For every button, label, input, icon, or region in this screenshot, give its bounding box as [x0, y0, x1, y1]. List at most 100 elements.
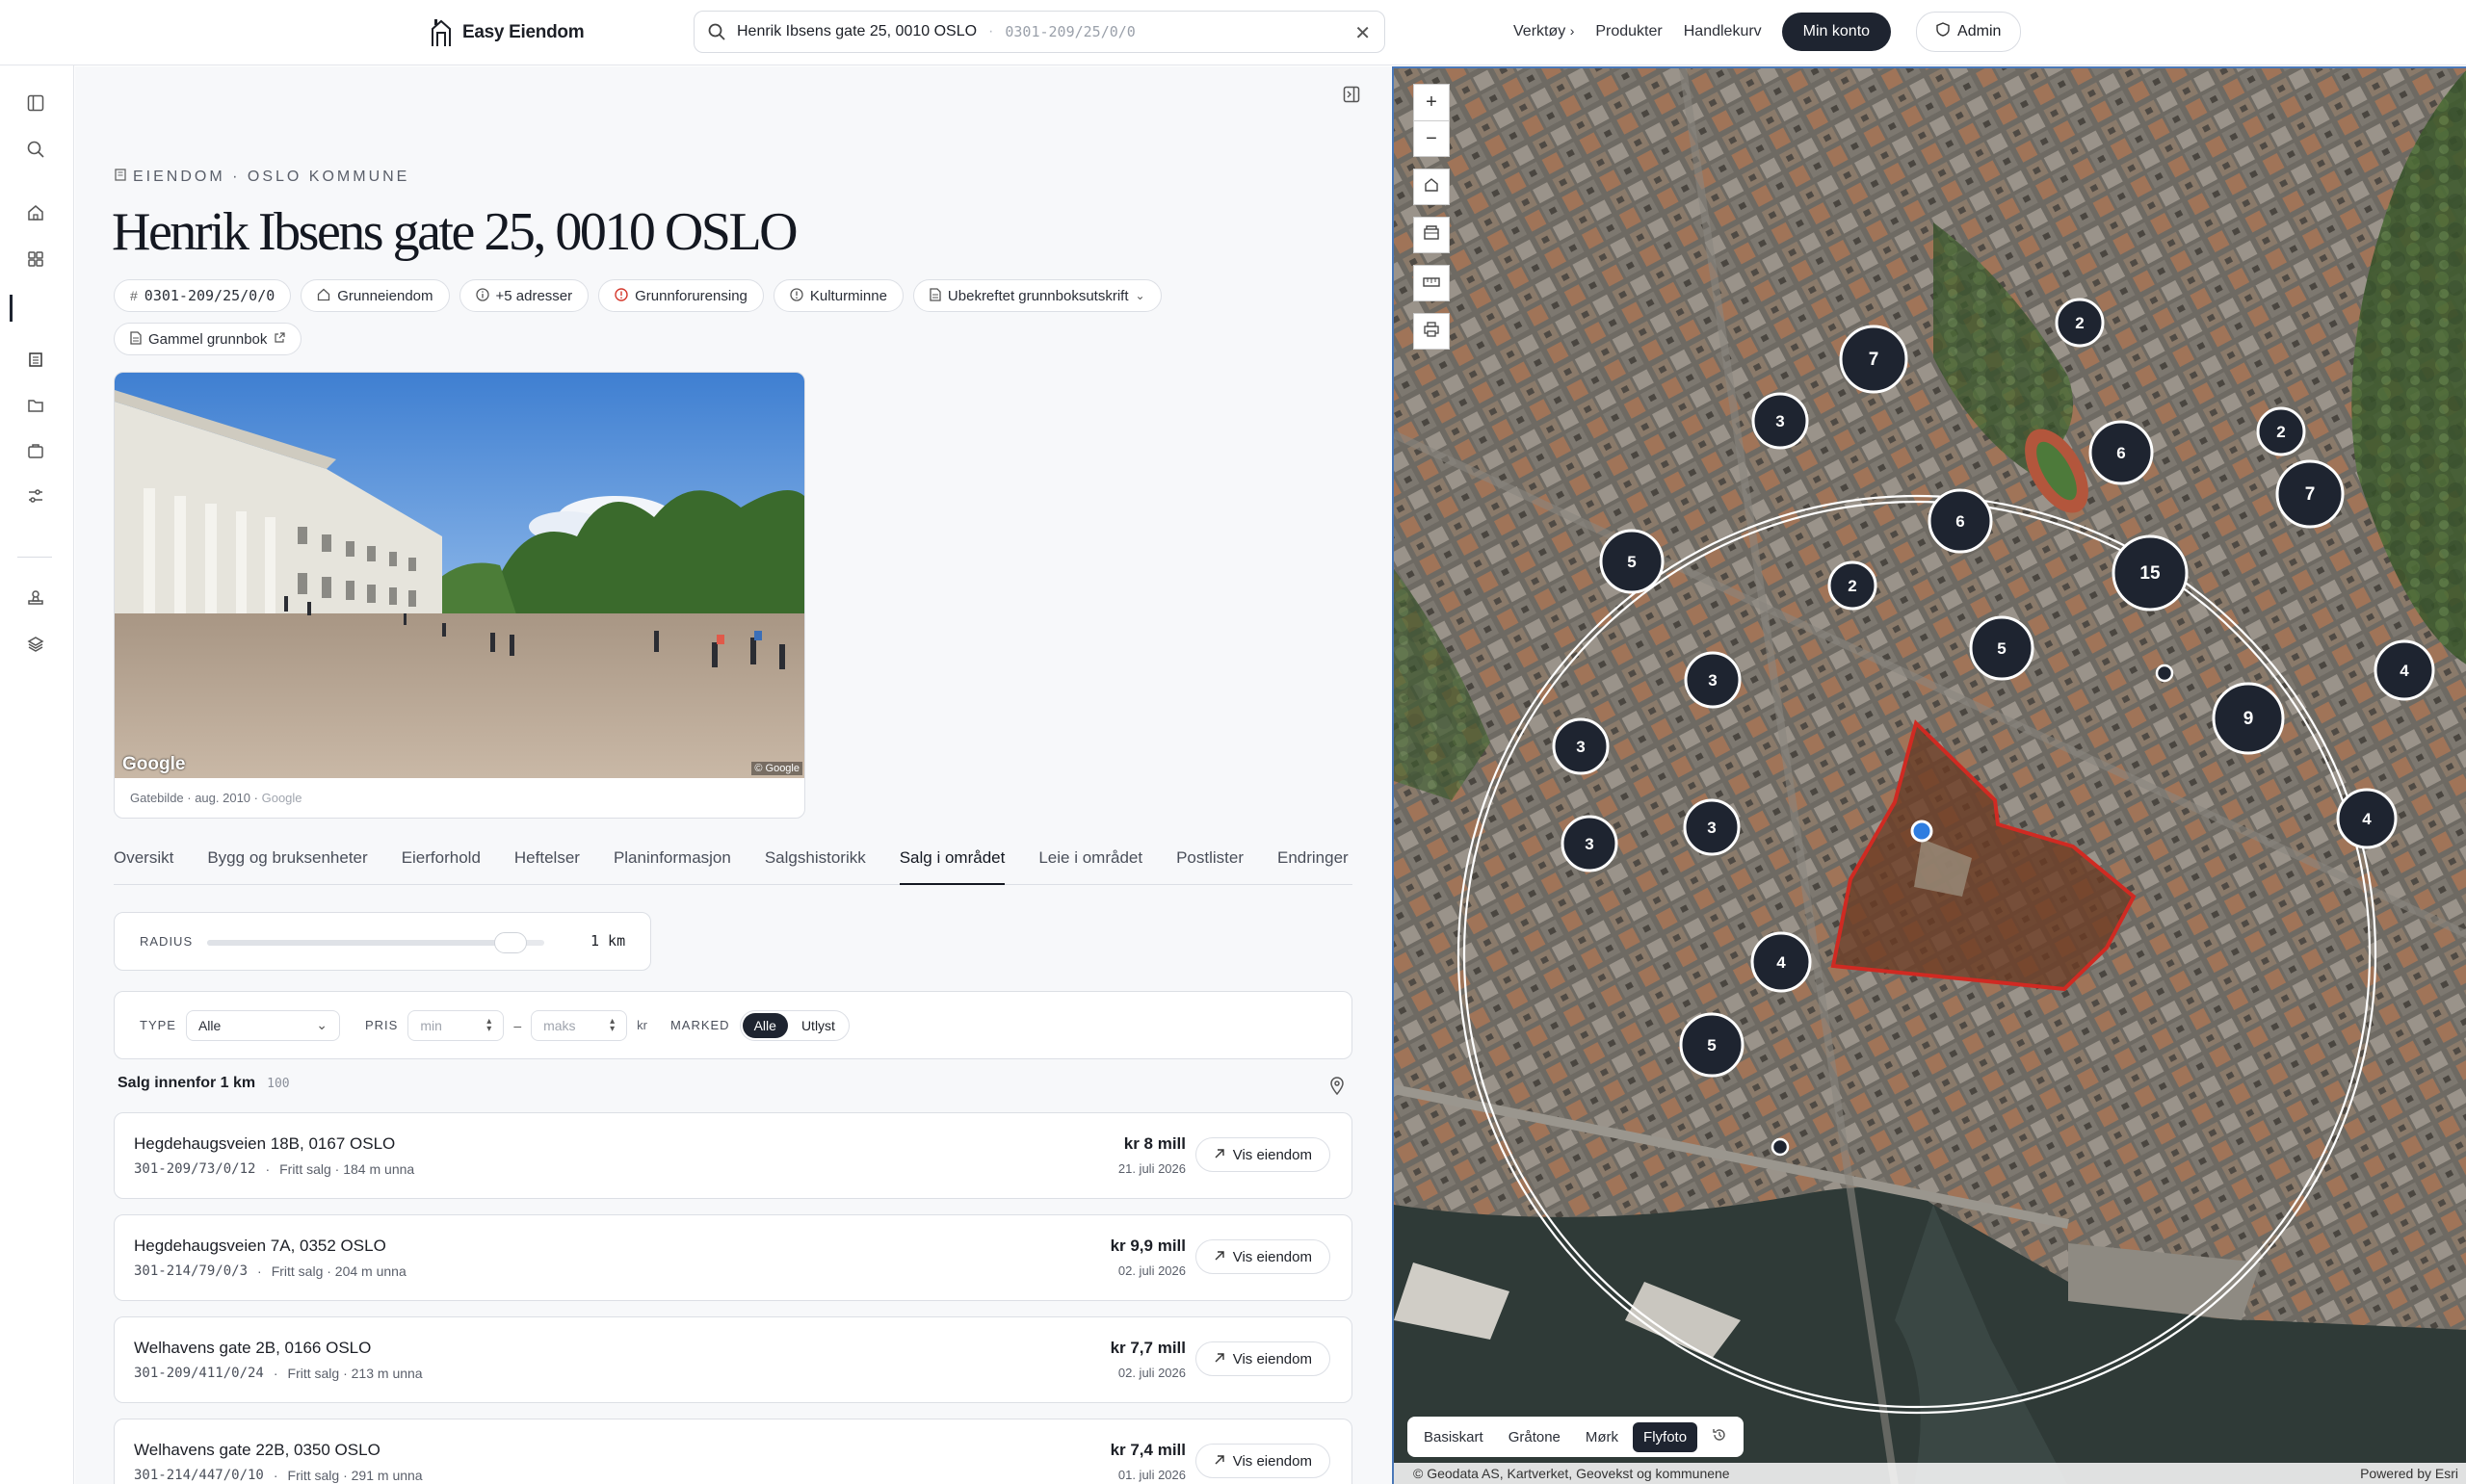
basemap-option-0[interactable]: Basiskart	[1413, 1422, 1494, 1452]
app-name: Easy Eiendom	[462, 22, 585, 42]
tab-5[interactable]: Salgshistorikk	[765, 846, 866, 885]
sale-card[interactable]: Welhavens gate 22B, 0350 OSLO 301-214/447…	[114, 1419, 1352, 1484]
cluster-count: 6	[2116, 444, 2125, 462]
dashboard-icon[interactable]	[23, 247, 48, 272]
cluster-marker[interactable]: 3	[1683, 798, 1741, 856]
tab-0[interactable]: Oversikt	[114, 846, 173, 885]
cluster-marker[interactable]: 5	[1599, 529, 1665, 594]
tab-9[interactable]: Endringer	[1277, 846, 1349, 885]
basemap-option-3[interactable]: Flyfoto	[1633, 1421, 1698, 1452]
buildings-layer-button[interactable]	[1413, 217, 1450, 253]
sale-card[interactable]: Welhavens gate 2B, 0166 OSLO 301-209/411/…	[114, 1316, 1352, 1403]
map-pin-icon[interactable]	[1329, 1076, 1345, 1100]
app-logo[interactable]: Easy Eiendom	[430, 17, 585, 48]
cluster-marker[interactable]: 3	[1552, 717, 1610, 775]
cluster-marker[interactable]: 2	[1827, 560, 1877, 611]
arrow-up-right-icon	[1214, 1453, 1225, 1470]
sale-point-marker[interactable]	[1771, 1137, 1790, 1157]
sliders-icon[interactable]	[23, 483, 48, 508]
search-query[interactable]: Henrik Ibsens gate 25, 0010 OSLO	[737, 23, 977, 40]
cluster-marker[interactable]: 2	[2256, 406, 2306, 456]
cluster-marker[interactable]: 4	[1750, 931, 1812, 993]
toggle-sidebar-icon[interactable]	[23, 91, 48, 116]
history-icon[interactable]	[1701, 1420, 1738, 1453]
clear-search-icon[interactable]: ✕	[1354, 21, 1371, 45]
price-label: PRIS	[364, 1018, 399, 1032]
print-button[interactable]	[1413, 313, 1450, 350]
nav-products[interactable]: Produkter	[1585, 23, 1672, 40]
account-button[interactable]: Min konto	[1781, 13, 1892, 51]
view-property-button[interactable]: Vis eiendom	[1194, 1341, 1330, 1376]
folder-icon[interactable]	[23, 393, 48, 418]
stamp-icon[interactable]	[23, 586, 48, 611]
tab-4[interactable]: Planinformasjon	[614, 846, 731, 885]
collapse-panel-icon[interactable]	[1343, 86, 1360, 108]
street-view-card[interactable]: Google © Google Gatebilde · aug. 2010 · …	[114, 372, 805, 819]
chip-heritage-label: Kulturminne	[809, 287, 887, 304]
chip-extract[interactable]: Ubekreftet grunnboksutskrift ⌄	[912, 279, 1162, 312]
cluster-marker[interactable]: 5	[1679, 1012, 1745, 1078]
radius-slider-handle[interactable]	[494, 932, 527, 953]
chip-addresses[interactable]: +5 adresser	[459, 279, 590, 312]
search-field[interactable]: Henrik Ibsens gate 25, 0010 OSLO · 0301-…	[694, 11, 1385, 53]
view-property-button[interactable]: Vis eiendom	[1194, 1239, 1330, 1274]
cluster-marker[interactable]: 7	[1839, 325, 1908, 394]
radius-slider[interactable]	[207, 932, 544, 953]
sale-card[interactable]: Hegdehaugsveien 18B, 0167 OSLO 301-209/73…	[114, 1112, 1352, 1199]
cluster-marker[interactable]: 3	[1751, 392, 1809, 450]
admin-button[interactable]: Admin	[1916, 12, 2022, 52]
view-property-button[interactable]: Vis eiendom	[1194, 1444, 1330, 1478]
basemap-option-2[interactable]: Mørk	[1575, 1422, 1629, 1452]
chip-old-registry[interactable]: Gammel grunnbok	[114, 323, 302, 355]
price-min-input[interactable]: min ▴ ▾	[407, 1009, 505, 1041]
aerial-map[interactable]: 7 2 3 6 2 7 6 15 5 2 5 3 4 9 3 3 3 4 4 5	[1394, 68, 2466, 1484]
tab-6[interactable]: Salg i området	[899, 846, 1006, 885]
cluster-marker[interactable]: 4	[2336, 788, 2398, 849]
briefcase-icon[interactable]	[23, 438, 48, 463]
measure-button[interactable]	[1413, 265, 1450, 301]
sidebar-search-icon[interactable]	[23, 137, 48, 162]
nav-tools[interactable]: Verktøy ›	[1503, 23, 1585, 40]
market-option-1[interactable]: Utlyst	[790, 1013, 847, 1038]
chip-type[interactable]: Grunneiendom	[301, 279, 450, 312]
property-marker[interactable]	[1910, 820, 1933, 843]
alert-circle-icon	[790, 287, 803, 304]
cluster-marker[interactable]: 6	[1928, 488, 1993, 554]
cluster-marker[interactable]: 5	[1969, 615, 2034, 681]
view-property-label: Vis eiendom	[1232, 1350, 1312, 1367]
hash-icon: #	[130, 288, 138, 303]
cluster-count: 3	[1585, 835, 1593, 853]
chip-heritage[interactable]: Kulturminne	[773, 279, 904, 312]
zoom-out-button[interactable]: −	[1413, 120, 1450, 157]
tab-1[interactable]: Bygg og bruksenheter	[207, 846, 367, 885]
cluster-marker[interactable]: 3	[1561, 815, 1618, 872]
layers-icon[interactable]	[23, 632, 48, 657]
cluster-marker[interactable]: 3	[1684, 651, 1742, 709]
cluster-marker[interactable]: 7	[2275, 459, 2345, 529]
tab-3[interactable]: Heftelser	[514, 846, 580, 885]
view-property-button[interactable]: Vis eiendom	[1194, 1137, 1330, 1172]
nav-cart[interactable]: Handlekurv	[1673, 23, 1772, 40]
cluster-marker[interactable]: 9	[2212, 682, 2285, 755]
cluster-marker[interactable]: 2	[2055, 298, 2105, 348]
market-option-0[interactable]: Alle	[742, 1012, 788, 1038]
tab-2[interactable]: Eierforhold	[402, 846, 481, 885]
tab-8[interactable]: Postlister	[1176, 846, 1244, 885]
home-view-button[interactable]	[1413, 169, 1450, 205]
home-icon[interactable]	[23, 200, 48, 225]
street-view-image[interactable]	[115, 373, 804, 778]
sale-point-marker[interactable]	[2155, 664, 2174, 683]
building-icon[interactable]	[23, 347, 48, 372]
zoom-in-button[interactable]: +	[1413, 84, 1450, 120]
cluster-marker[interactable]: 6	[2088, 420, 2154, 485]
price-max-input[interactable]: maks ▴ ▾	[531, 1009, 628, 1041]
sale-card[interactable]: Hegdehaugsveien 7A, 0352 OSLO 301-214/79/…	[114, 1214, 1352, 1301]
basemap-option-1[interactable]: Gråtone	[1498, 1422, 1571, 1452]
cluster-marker[interactable]: 15	[2112, 534, 2189, 612]
cluster-marker[interactable]: 4	[2374, 639, 2435, 701]
chip-pollution[interactable]: Grunnforurensing	[598, 279, 764, 312]
chip-matrikkel[interactable]: #0301-209/25/0/0	[114, 279, 292, 312]
type-select[interactable]: Alle ⌄	[185, 1009, 340, 1041]
map-view[interactable]: 7 2 3 6 2 7 6 15 5 2 5 3 4 9 3 3 3 4 4 5 + − Basiskart Gråto…	[1392, 66, 2466, 1484]
tab-7[interactable]: Leie i området	[1038, 846, 1142, 885]
